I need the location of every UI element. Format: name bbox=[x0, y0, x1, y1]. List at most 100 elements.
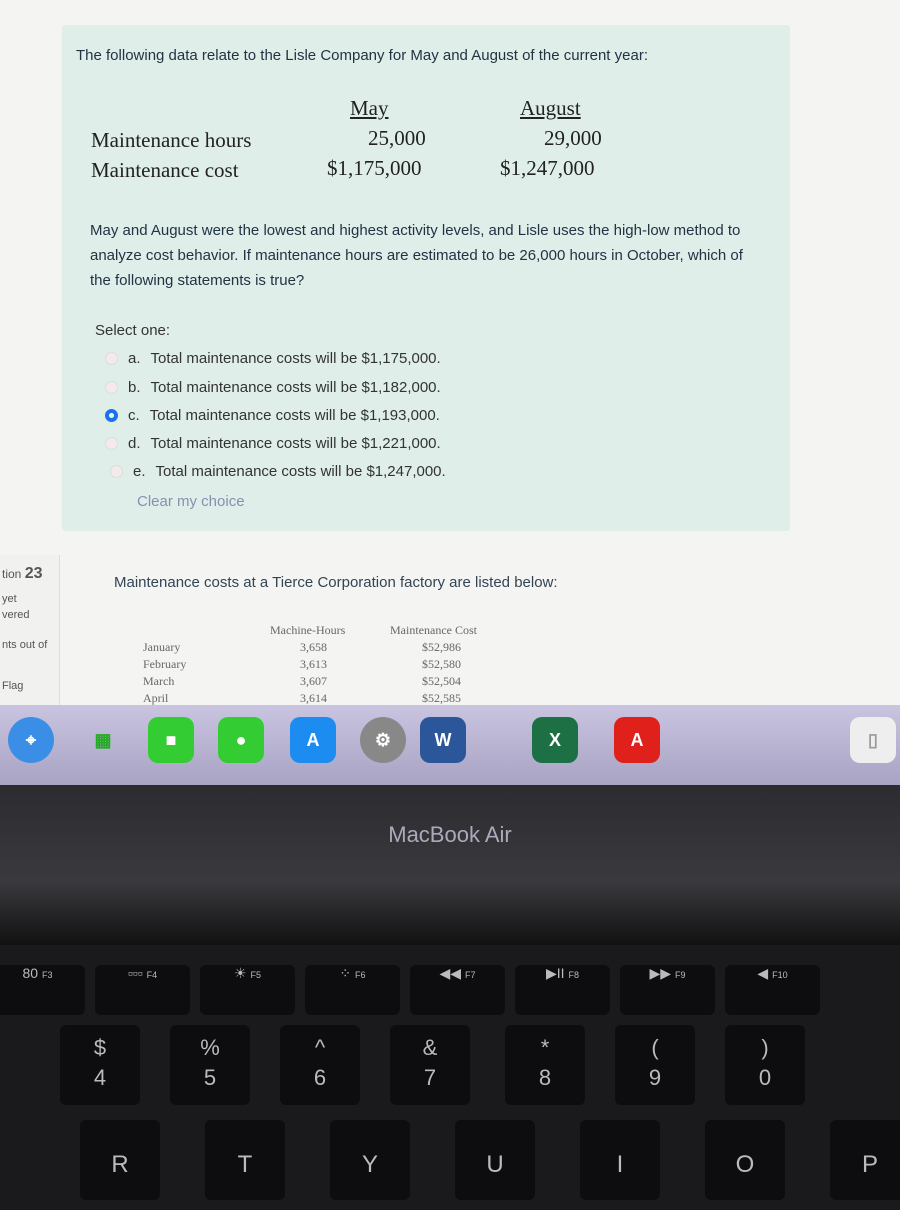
row-label: Maintenance hours bbox=[91, 128, 252, 152]
key-f10[interactable]: ◀ F10 bbox=[725, 965, 820, 1015]
key-label: F9 bbox=[674, 970, 686, 980]
mission-control-icon: 80 bbox=[22, 965, 39, 981]
cost: $52,580 bbox=[422, 657, 461, 671]
safari-icon[interactable]: ⌖ bbox=[8, 717, 54, 763]
option-text: Total maintenance costs will be $1,182,0… bbox=[150, 379, 441, 396]
month: March bbox=[143, 674, 175, 688]
key-o[interactable]: O bbox=[705, 1120, 785, 1200]
radio-icon[interactable] bbox=[105, 352, 118, 365]
launchpad-key-icon: ▫▫▫ bbox=[127, 965, 143, 981]
header-machine-hours: Machine-Hours bbox=[270, 623, 346, 637]
key-f6[interactable]: ⁘ F6 bbox=[305, 965, 400, 1015]
key-p[interactable]: P bbox=[830, 1120, 900, 1200]
hours: 3,613 bbox=[300, 657, 327, 671]
key-digit: 9 bbox=[648, 1065, 662, 1090]
key-label: F10 bbox=[772, 970, 788, 980]
key-y[interactable]: Y bbox=[330, 1120, 410, 1200]
cost: $52,986 bbox=[422, 640, 461, 654]
option-letter: b. bbox=[128, 379, 141, 396]
trash-icon[interactable]: ▯ bbox=[850, 717, 896, 763]
keyboard-brightness-down-icon: ☀ bbox=[234, 965, 247, 981]
key-r[interactable]: R bbox=[80, 1120, 160, 1200]
dock: ⌖ ▦ ■ ● A ⚙ W X A ▯ bbox=[0, 705, 900, 785]
radio-icon[interactable] bbox=[105, 437, 118, 450]
key-digit: 8 bbox=[538, 1065, 552, 1090]
key-label: F6 bbox=[355, 970, 366, 980]
key-label: F3 bbox=[41, 970, 53, 980]
cell: 25,000 bbox=[368, 126, 426, 150]
cell: $1,175,000 bbox=[327, 156, 422, 180]
facetime-icon[interactable]: ■ bbox=[148, 717, 194, 763]
launchpad-icon[interactable]: ▦ bbox=[80, 717, 126, 763]
key-4[interactable]: $4 bbox=[60, 1025, 140, 1105]
key-9[interactable]: (9 bbox=[615, 1025, 695, 1105]
key-label: F7 bbox=[464, 970, 476, 980]
key-i[interactable]: I bbox=[580, 1120, 660, 1200]
hours: 3,607 bbox=[300, 674, 327, 688]
key-digit: 5 bbox=[203, 1065, 217, 1090]
month: January bbox=[143, 640, 181, 654]
month: February bbox=[143, 657, 187, 671]
question-intro: The following data relate to the Lisle C… bbox=[76, 47, 648, 64]
flag-question-link[interactable]: Flag bbox=[2, 680, 23, 692]
option-a[interactable]: a. Total maintenance costs will be $1,175… bbox=[105, 350, 441, 367]
key-6[interactable]: ^ 6 bbox=[280, 1025, 360, 1105]
key-f8[interactable]: ▶II F8 bbox=[515, 965, 610, 1015]
key-symbol: % bbox=[200, 1035, 220, 1060]
option-letter: a. bbox=[128, 350, 141, 367]
option-e[interactable]: e. Total maintenance costs will be $1,247… bbox=[110, 463, 446, 480]
keyboard-brightness-up-icon: ⁘ bbox=[339, 965, 352, 981]
excel-icon[interactable]: X bbox=[532, 717, 578, 763]
question-number: 23 bbox=[24, 565, 43, 582]
key-u[interactable]: U bbox=[455, 1120, 535, 1200]
month-column: January February March April bbox=[143, 639, 186, 707]
question-23-intro: Maintenance costs at a Tierce Corporatio… bbox=[114, 574, 558, 591]
key-digit: 7 bbox=[423, 1065, 437, 1090]
option-c[interactable]: c. Total maintenance costs will be $1,193… bbox=[105, 407, 440, 424]
option-text: Total maintenance costs will be $1,175,0… bbox=[150, 350, 441, 367]
status-text: vered bbox=[2, 609, 30, 621]
radio-icon[interactable] bbox=[110, 465, 123, 478]
option-letter: c. bbox=[128, 407, 140, 424]
key-digit: 0 bbox=[758, 1065, 772, 1090]
key-8[interactable]: * 8 bbox=[505, 1025, 585, 1105]
key-f3[interactable]: 80 F3 bbox=[0, 965, 85, 1015]
option-b[interactable]: b. Total maintenance costs will be $1,182… bbox=[105, 379, 441, 396]
radio-selected-icon[interactable] bbox=[105, 409, 118, 422]
word-icon[interactable]: W bbox=[420, 717, 466, 763]
key-0[interactable]: ) 0 bbox=[725, 1025, 805, 1105]
key-symbol: $ bbox=[93, 1035, 107, 1060]
system-preferences-icon[interactable]: ⚙ bbox=[360, 717, 406, 763]
cell: 29,000 bbox=[544, 126, 602, 150]
clear-choice-link[interactable]: Clear my choice bbox=[137, 489, 245, 514]
key-5[interactable]: % 5 bbox=[170, 1025, 250, 1105]
app-store-icon[interactable]: A bbox=[290, 717, 336, 763]
mute-icon: ◀ bbox=[757, 965, 769, 981]
key-f9[interactable]: ▶▶ F9 bbox=[620, 965, 715, 1015]
key-f4[interactable]: ▫▫▫ F4 bbox=[95, 965, 190, 1015]
screen: tion 23 yet vered nts out of Flag The fo… bbox=[0, 0, 900, 705]
messages-icon[interactable]: ● bbox=[218, 717, 264, 763]
hours: 3,658 bbox=[300, 640, 327, 654]
option-d[interactable]: d. Total maintenance costs will be $1,221… bbox=[105, 435, 441, 452]
key-f5[interactable]: ☀ F5 bbox=[200, 965, 295, 1015]
play-pause-icon: ▶II bbox=[546, 965, 565, 981]
acrobat-icon[interactable]: A bbox=[614, 717, 660, 763]
key-symbol: ^ bbox=[314, 1035, 326, 1060]
question-label: tion bbox=[2, 567, 22, 581]
key-7[interactable]: & 7 bbox=[390, 1025, 470, 1105]
radio-icon[interactable] bbox=[105, 381, 118, 394]
cost-column: $52,986 $52,580 $52,504 $52,585 bbox=[422, 639, 461, 707]
key-symbol: ) bbox=[761, 1035, 769, 1060]
key-f7[interactable]: ◀◀ F7 bbox=[410, 965, 505, 1015]
hours-column: 3,658 3,613 3,607 3,614 bbox=[300, 639, 327, 707]
fast-forward-icon: ▶▶ bbox=[649, 965, 672, 981]
key-label: F4 bbox=[146, 970, 158, 980]
rewind-icon: ◀◀ bbox=[439, 965, 462, 981]
col-august: August bbox=[520, 96, 581, 120]
option-text: Total maintenance costs will be $1,221,0… bbox=[150, 435, 441, 452]
question-nav-sidebar: tion 23 yet vered nts out of Flag bbox=[0, 555, 60, 705]
key-t[interactable]: T bbox=[205, 1120, 285, 1200]
key-digit: 6 bbox=[313, 1065, 327, 1090]
status-text: yet bbox=[2, 593, 17, 605]
